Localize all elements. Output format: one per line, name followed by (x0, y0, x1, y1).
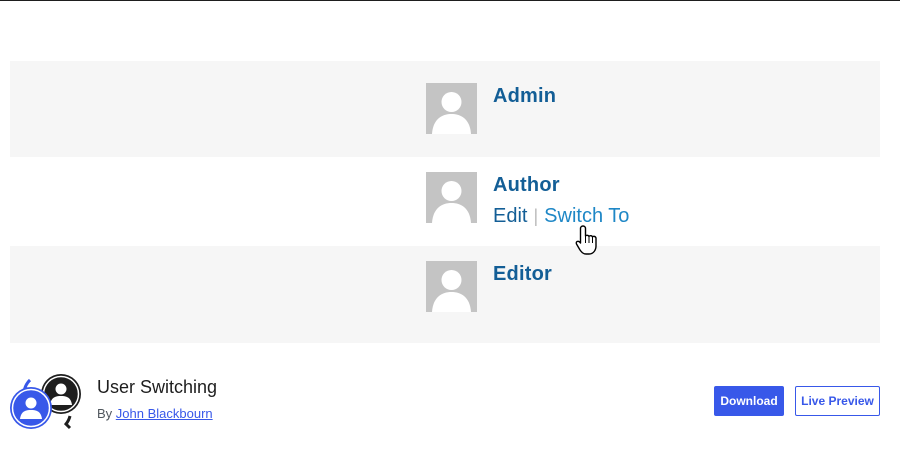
plugin-title: User Switching (97, 377, 218, 397)
user-name: Author (493, 174, 560, 196)
user-row-author: Author Edit | Switch To (10, 157, 880, 246)
user-switching-logo-icon (10, 374, 81, 430)
avatar (426, 83, 477, 134)
user-row-admin: Admin (10, 61, 880, 157)
avatar (426, 172, 477, 223)
action-separator: | (533, 206, 539, 226)
row-actions: Edit | Switch To (493, 205, 629, 228)
default-avatar-icon (432, 92, 471, 134)
default-avatar-icon (432, 270, 471, 312)
default-avatar-icon (432, 181, 471, 223)
user-name: Editor (493, 263, 552, 285)
user-name: Admin (493, 85, 557, 107)
plugin-banner: Admin Author Edit | Switch To Editor (10, 61, 880, 343)
user-row-editor: Editor (10, 246, 880, 343)
hand-pointer-icon (575, 225, 597, 255)
download-button[interactable]: Download (714, 386, 784, 416)
by-label: By (97, 406, 113, 421)
edit-link[interactable]: Edit (493, 205, 527, 227)
live-preview-button[interactable]: Live Preview (795, 386, 880, 416)
top-border (0, 0, 900, 1)
plugin-byline: By John Blackbourn (97, 406, 213, 421)
avatar (426, 261, 477, 312)
author-link[interactable]: John Blackbourn (116, 406, 213, 421)
